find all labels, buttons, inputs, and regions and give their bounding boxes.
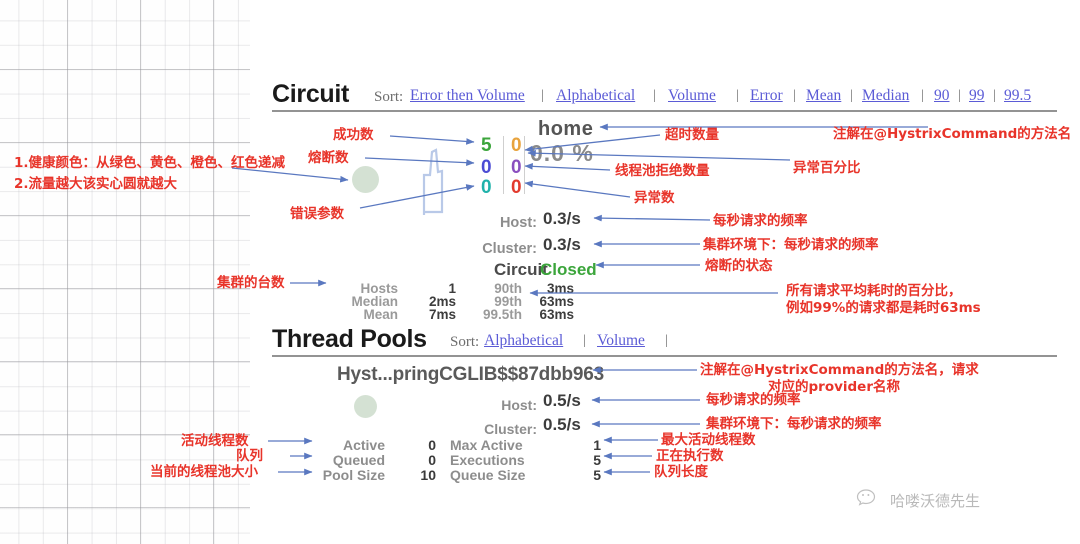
- annotation-threadpool-rejected: 线程池拒绝数量: [615, 163, 710, 179]
- threadpool-cluster-label: Cluster:: [484, 421, 537, 437]
- circuit-sort-mean[interactable]: Mean: [806, 87, 841, 105]
- circuit-host-label: Host:: [499, 215, 537, 231]
- threadpools-sort-volume[interactable]: Volume: [597, 332, 645, 350]
- annotation-executions: 正在执行数: [656, 448, 724, 464]
- threadpool-value-executions: 5: [593, 452, 601, 468]
- circuit-section-title: Circuit: [272, 80, 350, 108]
- threadpool-name: Hyst...pringCGLIB$$87dbb963: [337, 364, 605, 385]
- circuit-sort-error-then-volume[interactable]: Error then Volume: [410, 87, 525, 105]
- threadpool-health-bubble: [354, 395, 377, 418]
- annotation-exception-count: 异常数: [634, 190, 675, 206]
- circuit-timeout-count: 0: [511, 135, 522, 156]
- circuit-sort-sep-4: |: [793, 88, 796, 103]
- circuit-sort-sep-8: |: [993, 88, 996, 103]
- circuit-command-name: home: [538, 118, 594, 140]
- threadpool-cluster-rate: 0.5/s: [543, 415, 581, 434]
- threadpool-label-queue-size: Queue Size: [450, 467, 526, 483]
- annotation-queue: 队列: [236, 448, 263, 464]
- threadpools-section-title: Thread Pools: [272, 325, 427, 353]
- annotation-health-color: 1.健康颜色：从绿色、黄色、橙色、红色递减: [14, 155, 286, 171]
- circuit-error-percentage: 0.0 %: [530, 140, 594, 166]
- threadpools-header-rule: [272, 355, 1057, 357]
- annotation-error-percent: 异常百分比: [793, 160, 861, 176]
- circuit-sort-99[interactable]: 99: [969, 87, 985, 105]
- annotation-latency-percentile-line1: 所有请求平均耗时的百分比，: [786, 283, 962, 299]
- screenshot-root: Circuit Sort: Error then Volume | Alphab…: [0, 0, 1080, 544]
- circuit-failure-count: 0: [511, 177, 522, 198]
- circuit-sort-sep-1: |: [541, 88, 544, 103]
- circuit-latency-label-995th: 99.5th: [482, 307, 522, 322]
- annotation-timeout-count: 超时数量: [665, 127, 719, 143]
- annotation-max-active-threads: 最大活动线程数: [661, 432, 756, 448]
- threadpools-sort-sep-2: |: [665, 333, 668, 348]
- annotation-circuit-break-count: 熔断数: [308, 150, 349, 166]
- circuit-success-count: 5: [481, 135, 492, 156]
- threadpool-label-active: Active: [342, 437, 385, 453]
- circuit-percent-divider: [524, 136, 525, 194]
- threadpool-host-rate: 0.5/s: [543, 391, 581, 410]
- annotation-error-param: 错误参数: [290, 206, 344, 222]
- annotation-request-rate: 每秒请求的频率: [713, 213, 808, 229]
- annotation-tp-method-name-line1: 注解在@HystrixCommand的方法名，请求: [700, 362, 979, 378]
- threadpool-value-queue-size: 5: [593, 467, 601, 483]
- annotation-tp-request-rate: 每秒请求的频率: [706, 392, 801, 408]
- circuit-latency-value-995th: 63ms: [539, 307, 574, 322]
- threadpool-value-queued: 0: [428, 452, 436, 468]
- circuit-sort-label: Sort:: [374, 89, 404, 105]
- circuit-header-rule: [272, 110, 1057, 112]
- circuit-host-rate: 0.3/s: [543, 209, 581, 228]
- circuit-sort-sep-2: |: [653, 88, 656, 103]
- annotation-tp-cluster-request-rate: 集群环境下：每秒请求的频率: [706, 416, 882, 432]
- circuit-sort-sep-3: |: [736, 88, 739, 103]
- circuit-stat-value-mean: 7ms: [428, 307, 456, 322]
- circuit-cluster-rate: 0.3/s: [543, 235, 581, 254]
- circuit-sort-error[interactable]: Error: [750, 87, 783, 105]
- threadpool-label-pool-size: Pool Size: [322, 467, 385, 483]
- annotation-method-name: 注解在@HystrixCommand的方法名: [833, 126, 1072, 142]
- annotation-pool-size: 当前的线程池大小: [150, 464, 258, 480]
- circuit-sort-90[interactable]: 90: [934, 87, 950, 105]
- annotation-circuit-state: 熔断的状态: [705, 258, 773, 274]
- circuit-sort-sep-7: |: [958, 88, 961, 103]
- circuit-health-bubble: [352, 166, 379, 193]
- circuit-sort-99-5[interactable]: 99.5: [1004, 87, 1031, 105]
- threadpool-label-executions: Executions: [450, 452, 525, 468]
- threadpool-host-label: Host:: [501, 397, 537, 413]
- wechat-icon: [856, 489, 876, 506]
- annotation-success-count: 成功数: [333, 127, 374, 143]
- circuit-sort-median[interactable]: Median: [862, 87, 909, 105]
- circuit-bad-request-count: 0: [481, 177, 492, 198]
- threadpool-label-queued: Queued: [332, 452, 385, 468]
- circuit-cluster-label: Cluster:: [482, 241, 537, 257]
- annotation-bubble-size: 2.流量越大该实心圆就越大: [14, 176, 178, 192]
- circuit-sort-sep-6: |: [921, 88, 924, 103]
- circuit-sort-sep-5: |: [850, 88, 853, 103]
- threadpool-label-max-active: Max Active: [450, 437, 523, 453]
- annotation-cluster-request-rate: 集群环境下：每秒请求的频率: [703, 237, 879, 253]
- circuit-sort-volume[interactable]: Volume: [668, 87, 716, 105]
- watermark-text: 哈喽沃德先生: [890, 492, 981, 510]
- threadpool-value-active: 0: [428, 437, 436, 453]
- circuit-sort-alphabetical[interactable]: Alphabetical: [556, 87, 635, 105]
- threadpools-sort-sep-1: |: [583, 333, 586, 348]
- threadpool-value-pool-size: 10: [420, 467, 436, 483]
- circuit-counters-divider: [503, 136, 504, 194]
- annotation-queue-length: 队列长度: [654, 464, 708, 480]
- threadpool-value-max-active: 1: [593, 437, 601, 453]
- threadpools-sort-label: Sort:: [450, 334, 480, 350]
- annotation-cluster-hosts: 集群的台数: [217, 275, 285, 291]
- circuit-state-value: Closed: [540, 260, 597, 279]
- annotation-latency-percentile-line2: 例如99%的请求都是耗时63ms: [786, 300, 981, 316]
- circuit-short-circuited-count: 0: [481, 157, 492, 178]
- circuit-stat-label-mean: Mean: [363, 307, 398, 322]
- circuit-threadpool-rejected-count: 0: [511, 157, 522, 178]
- threadpools-sort-alphabetical[interactable]: Alphabetical: [484, 332, 563, 350]
